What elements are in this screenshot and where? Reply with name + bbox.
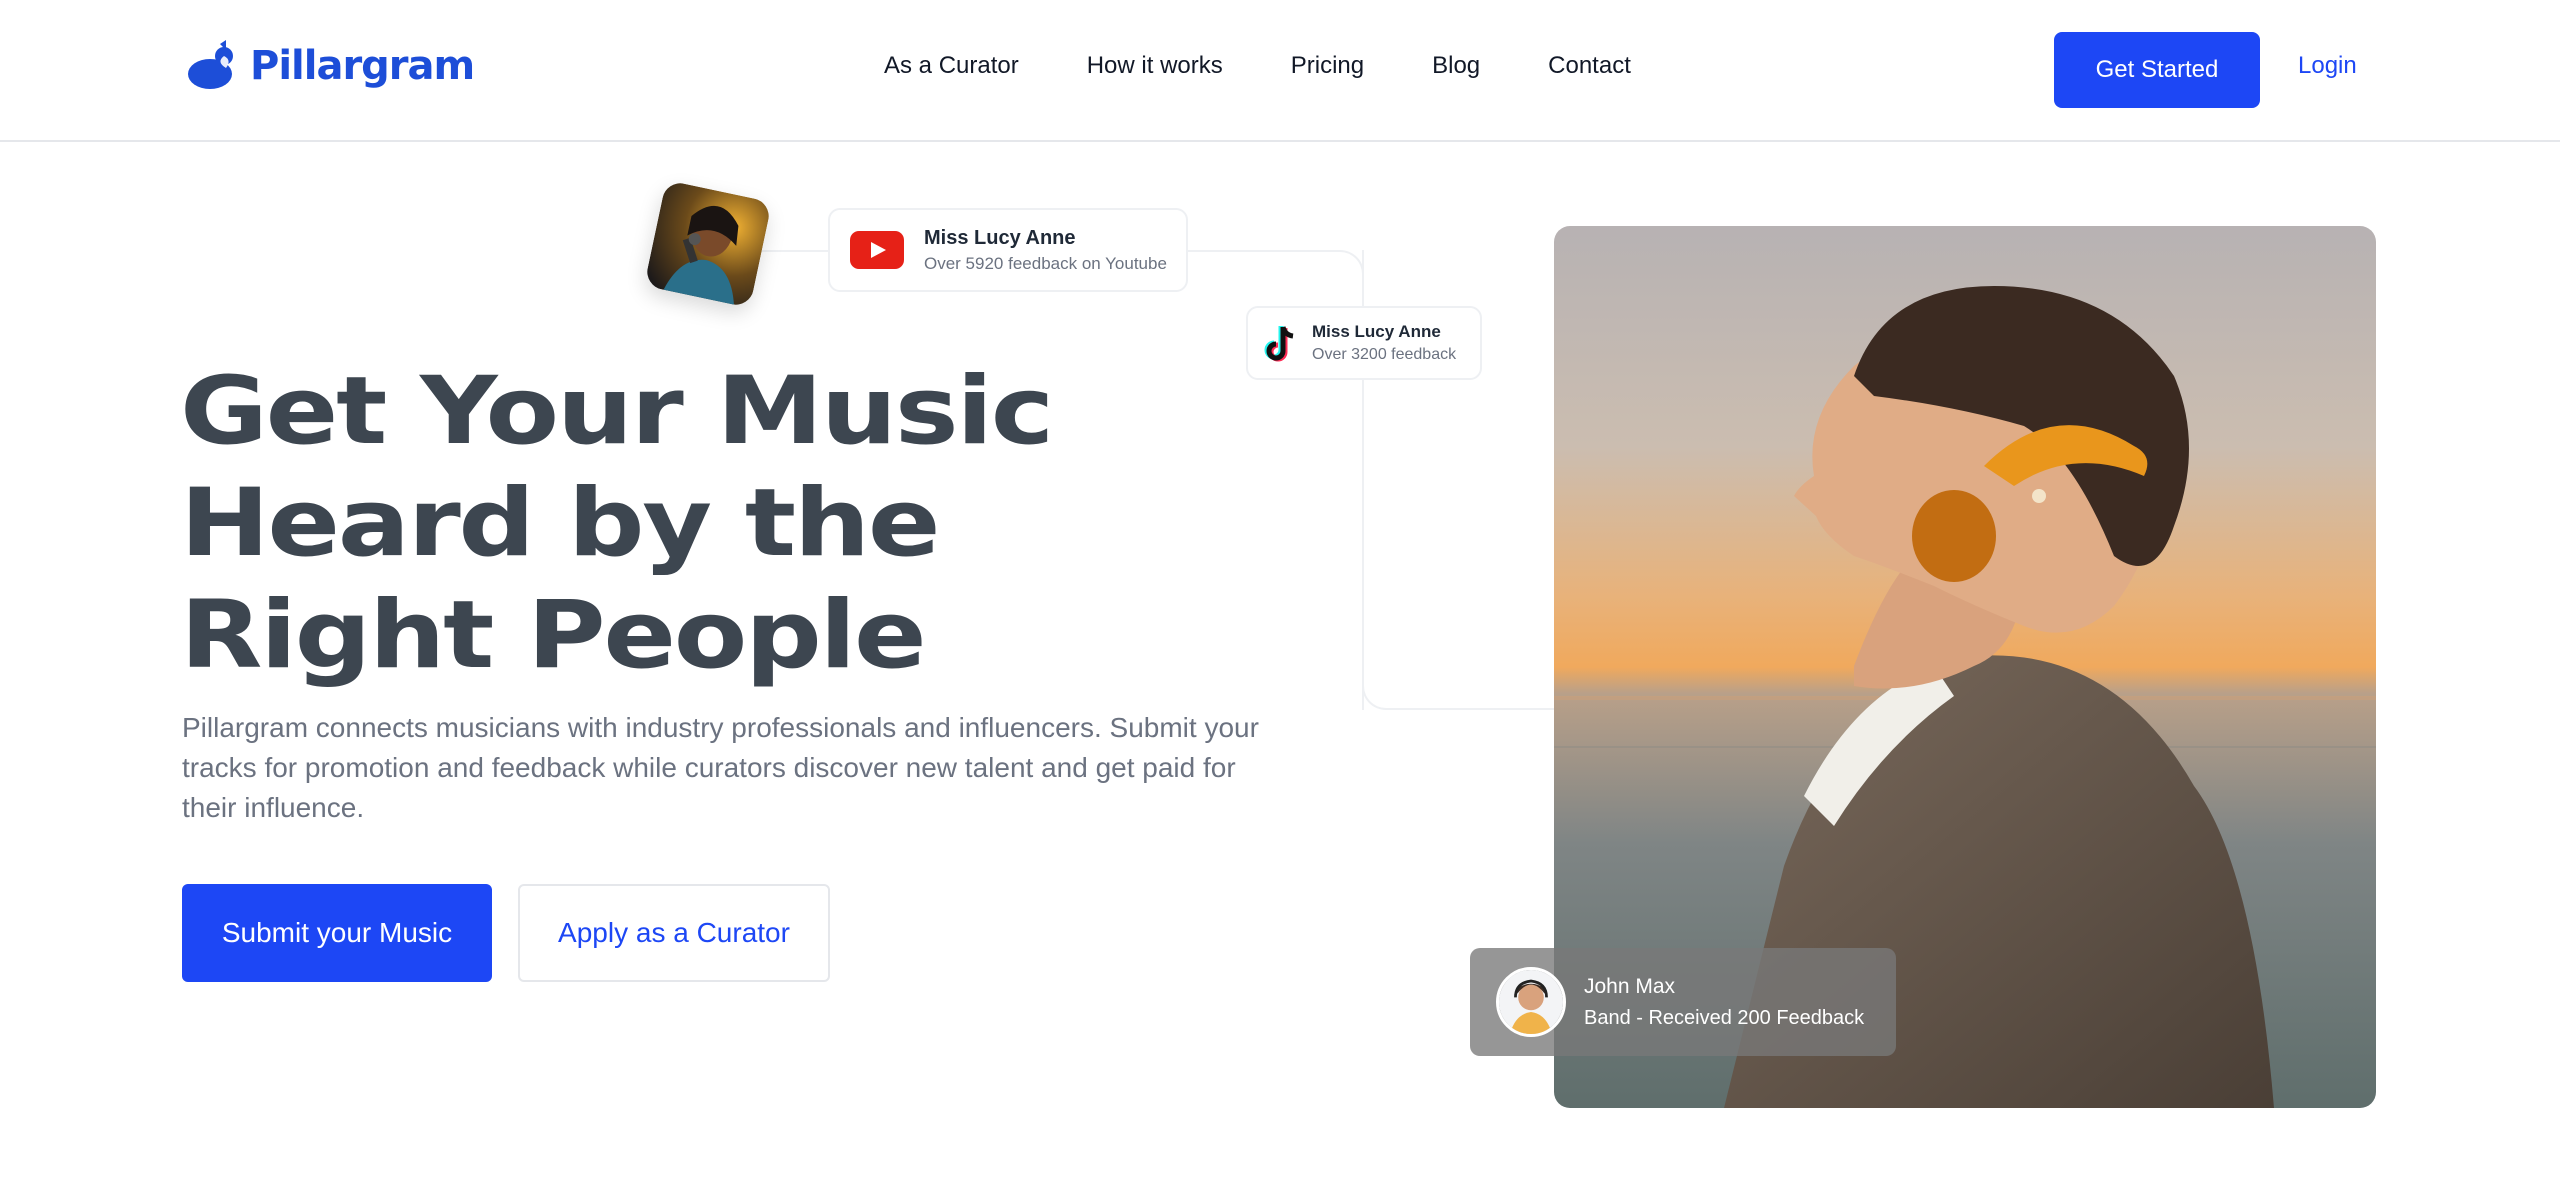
reviewer-subtitle: Band - Received 200 Feedback (1584, 1006, 1865, 1029)
nav-item-how-it-works[interactable]: How it works (1087, 52, 1223, 80)
get-started-button[interactable]: Get Started (2054, 32, 2260, 108)
youtube-icon (850, 231, 904, 269)
logo-text: Pillargram (250, 43, 475, 89)
hero-description: Pillargram connects musicians with indus… (182, 712, 1259, 823)
login-link[interactable]: Login (2298, 52, 2357, 80)
youtube-feedback-card: Miss Lucy Anne Over 5920 feedback on You… (828, 208, 1188, 292)
nav-item-pricing[interactable]: Pricing (1291, 52, 1364, 80)
logo[interactable]: Pillargram (186, 38, 475, 94)
nav-item-blog[interactable]: Blog (1432, 52, 1480, 80)
hero-title-line: Get Your Music (180, 357, 1054, 466)
card-subtitle: Over 5920 feedback on Youtube (924, 253, 1167, 273)
hero-title: Get Your Music Heard by the Right People (180, 356, 1434, 692)
nav-item-contact[interactable]: Contact (1548, 52, 1631, 80)
site-header: Pillargram As a Curator How it works Pri… (0, 0, 2560, 142)
main-nav: As a Curator How it works Pricing Blog C… (884, 52, 1631, 80)
submit-music-button[interactable]: Submit your Music (182, 884, 492, 982)
hero-title-line: Heard by the (180, 469, 941, 578)
nav-item-curator[interactable]: As a Curator (884, 52, 1019, 80)
logo-bird-icon (188, 40, 233, 89)
hero-title-line: Right People (180, 581, 927, 690)
apply-curator-button[interactable]: Apply as a Curator (518, 884, 830, 982)
singer-avatar (643, 179, 773, 309)
reviewer-name: John Max (1584, 974, 1676, 998)
card-name: Miss Lucy Anne (1312, 322, 1441, 341)
reviewer-avatar (1496, 967, 1566, 1037)
review-badge: John Max Band - Received 200 Feedback (1470, 948, 1896, 1056)
card-name: Miss Lucy Anne (924, 226, 1076, 249)
